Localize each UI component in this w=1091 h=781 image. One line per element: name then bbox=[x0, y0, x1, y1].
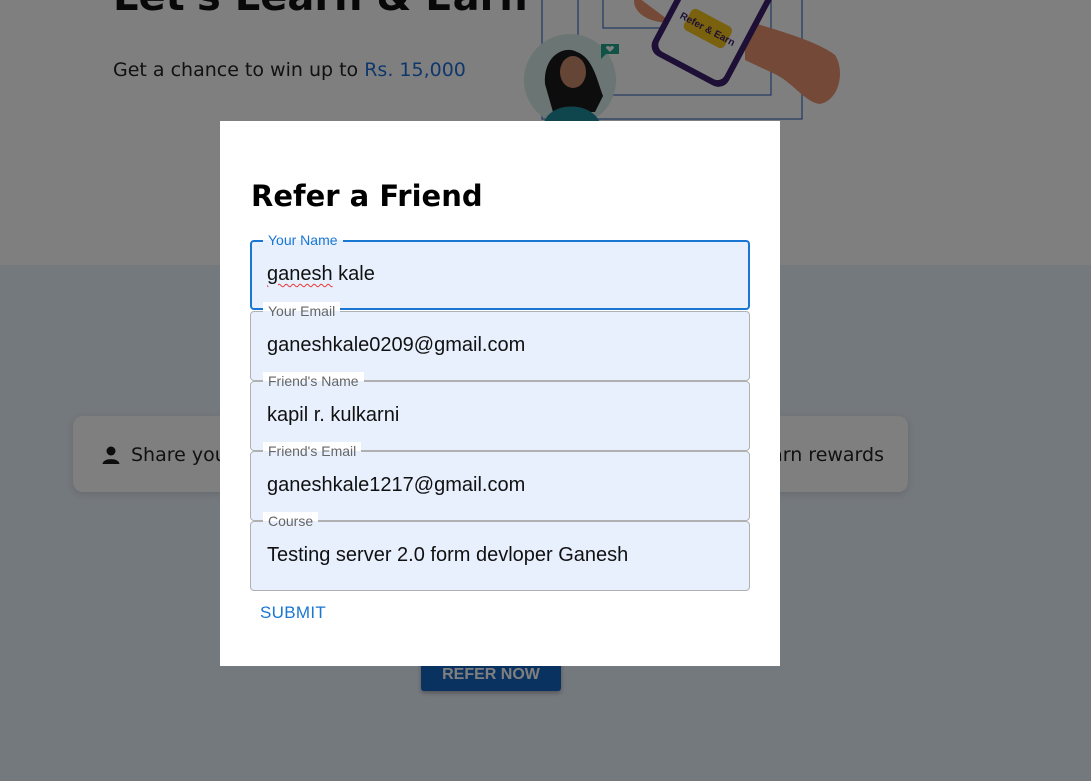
refer-friend-dialog: Refer a Friend Your Name ganesh kale You… bbox=[220, 121, 780, 666]
friend-email-field[interactable]: Friend's Email bbox=[250, 442, 750, 521]
your-name-value-rest: kale bbox=[332, 263, 375, 285]
misspelled-word: ganesh bbox=[267, 263, 333, 285]
friend-name-label: Friend's Name bbox=[263, 372, 364, 390]
friend-email-input[interactable] bbox=[267, 474, 737, 497]
friend-name-field[interactable]: Friend's Name bbox=[250, 372, 750, 451]
your-email-label: Your Email bbox=[263, 302, 341, 320]
your-name-field[interactable]: Your Name ganesh kale bbox=[250, 231, 750, 310]
course-input[interactable] bbox=[267, 544, 737, 567]
friend-email-label: Friend's Email bbox=[263, 442, 362, 460]
course-label: Course bbox=[263, 512, 319, 530]
your-name-label: Your Name bbox=[263, 231, 343, 249]
your-name-input[interactable]: ganesh kale bbox=[267, 263, 737, 286]
course-field[interactable]: Course bbox=[250, 512, 750, 591]
friend-name-input[interactable] bbox=[267, 404, 737, 427]
your-email-field[interactable]: Your Email bbox=[250, 302, 750, 381]
submit-button[interactable]: SUBMIT bbox=[250, 599, 336, 627]
dialog-title: Refer a Friend bbox=[251, 179, 483, 213]
your-email-input[interactable] bbox=[267, 334, 737, 357]
